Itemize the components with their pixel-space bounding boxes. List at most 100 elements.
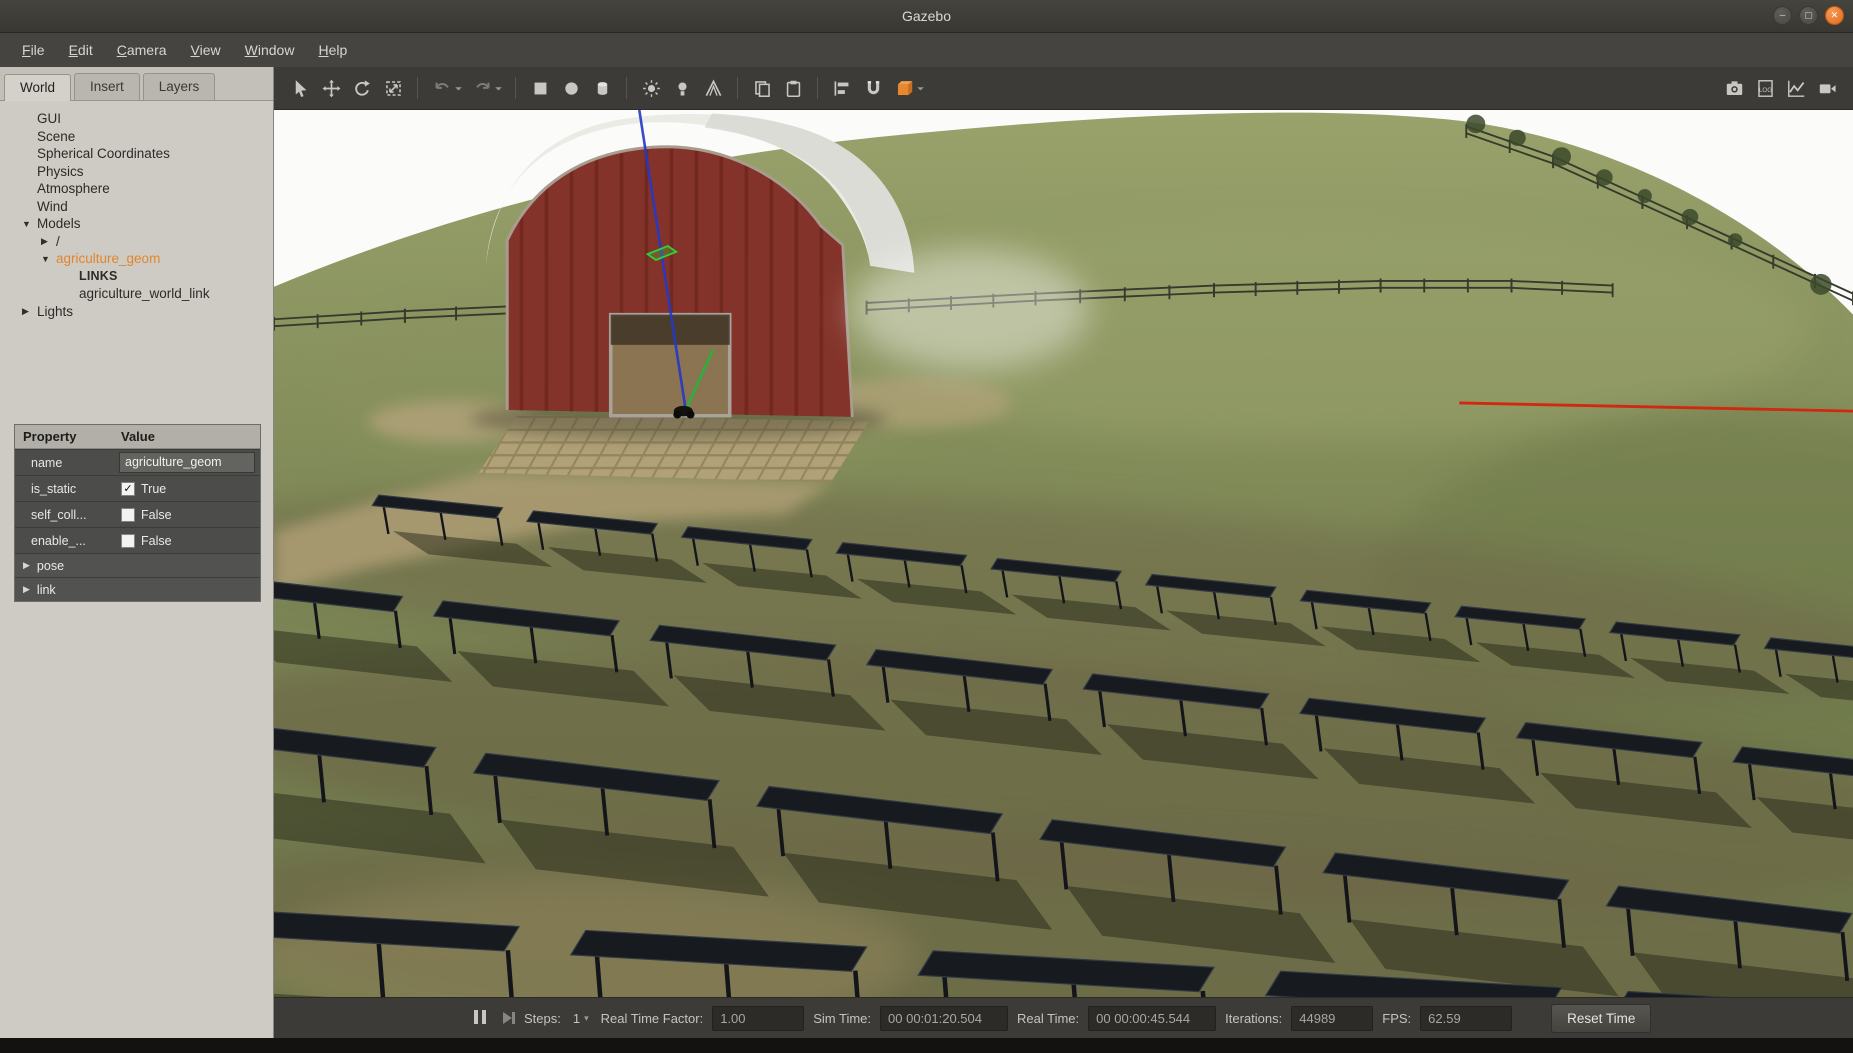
menu-view[interactable]: View bbox=[179, 37, 233, 63]
tab-layers[interactable]: Layers bbox=[143, 73, 216, 100]
property-column-header: Property bbox=[15, 429, 117, 444]
dropdown-caret-icon[interactable] bbox=[914, 74, 927, 102]
window-controls bbox=[1773, 6, 1844, 25]
checkbox-self-coll[interactable] bbox=[121, 508, 135, 522]
status-bar: Steps: 1 ▾ Real Time Factor: 1.00 Sim Ti… bbox=[274, 997, 1853, 1038]
tab-insert[interactable]: Insert bbox=[74, 73, 140, 100]
checkbox-label: False bbox=[141, 508, 172, 522]
rtf-field[interactable]: 1.00 bbox=[712, 1006, 804, 1031]
checkbox-is-static[interactable]: ✓ bbox=[121, 482, 135, 496]
world-tree: GUISceneSpherical CoordinatesPhysicsAtmo… bbox=[0, 101, 273, 420]
rotate-icon[interactable] bbox=[348, 74, 376, 102]
copy-icon[interactable] bbox=[748, 74, 776, 102]
snap-icon[interactable] bbox=[859, 74, 887, 102]
sim-time-field[interactable]: 00 00:01:20.504 bbox=[880, 1006, 1008, 1031]
checkbox-enable[interactable] bbox=[121, 534, 135, 548]
close-icon[interactable] bbox=[1825, 6, 1844, 25]
scene-canvas[interactable] bbox=[274, 110, 1853, 997]
toolbar-separator bbox=[626, 77, 627, 99]
svg-text:LOG: LOG bbox=[1758, 86, 1771, 93]
pointlight-icon[interactable] bbox=[668, 74, 696, 102]
tree-item-root[interactable]: ▶/ bbox=[0, 233, 273, 251]
sun-icon[interactable] bbox=[637, 74, 665, 102]
box-icon[interactable] bbox=[526, 74, 554, 102]
property-row-self-coll: self_coll...False bbox=[15, 501, 260, 527]
reset-time-button[interactable]: Reset Time bbox=[1551, 1004, 1651, 1033]
bottom-window-strip bbox=[0, 1038, 1853, 1053]
undo-icon[interactable] bbox=[428, 74, 456, 102]
step-button[interactable] bbox=[500, 1012, 515, 1024]
barn-door-interior bbox=[611, 315, 730, 345]
property-table-header: Property Value bbox=[15, 425, 260, 449]
real-time-label: Real Time: bbox=[1017, 1011, 1079, 1026]
screenshot-icon[interactable] bbox=[1720, 74, 1748, 102]
fps-field[interactable]: 62.59 bbox=[1420, 1006, 1512, 1031]
toolbar-separator bbox=[817, 77, 818, 99]
menu-camera[interactable]: Camera bbox=[105, 37, 179, 63]
plot-icon[interactable] bbox=[1782, 74, 1810, 102]
tree-item-links[interactable]: LINKS bbox=[0, 268, 273, 286]
translate-icon[interactable] bbox=[317, 74, 345, 102]
align-icon[interactable] bbox=[828, 74, 856, 102]
tree-item-physics[interactable]: Physics bbox=[0, 163, 273, 181]
expand-arrow-icon[interactable]: ▶ bbox=[23, 560, 30, 571]
expand-arrow-icon[interactable]: ▶ bbox=[23, 584, 30, 595]
panel-tabs: WorldInsertLayers bbox=[0, 67, 273, 101]
cylinder-icon[interactable] bbox=[588, 74, 616, 102]
tree-item-spherical-coordinates[interactable]: Spherical Coordinates bbox=[0, 145, 273, 163]
gazebo-window: Gazebo FileEditCameraViewWindowHelp Worl… bbox=[0, 0, 1853, 1053]
pause-button[interactable] bbox=[469, 1010, 491, 1027]
maximize-icon[interactable] bbox=[1799, 6, 1818, 25]
checkbox-label: True bbox=[141, 482, 166, 496]
title-bar[interactable]: Gazebo bbox=[0, 0, 1853, 33]
tree-item-lights[interactable]: ▶Lights bbox=[0, 303, 273, 321]
step-forward-icon bbox=[503, 1012, 512, 1024]
toolbar-right-group: LOG bbox=[1720, 74, 1841, 102]
collapse-arrow-icon[interactable]: ▼ bbox=[22, 219, 37, 229]
3d-viewport[interactable] bbox=[274, 110, 1853, 997]
toolbar-separator bbox=[417, 77, 418, 99]
sim-time-label: Sim Time: bbox=[813, 1011, 871, 1026]
paste-icon[interactable] bbox=[779, 74, 807, 102]
log-icon[interactable]: LOG bbox=[1751, 74, 1779, 102]
tree-item-agriculture-world-link[interactable]: agriculture_world_link bbox=[0, 285, 273, 303]
left-panel: WorldInsertLayers GUISceneSpherical Coor… bbox=[0, 67, 274, 1038]
menu-edit[interactable]: Edit bbox=[57, 37, 105, 63]
tree-item-gui[interactable]: GUI bbox=[0, 110, 273, 128]
scale-icon[interactable] bbox=[379, 74, 407, 102]
menu-window[interactable]: Window bbox=[233, 37, 307, 63]
viewport-toolbar: LOG bbox=[274, 67, 1853, 110]
menu-help[interactable]: Help bbox=[306, 37, 359, 63]
menu-bar: FileEditCameraViewWindowHelp bbox=[0, 33, 1853, 67]
collapse-arrow-icon[interactable]: ▼ bbox=[41, 254, 56, 264]
tree-item-models[interactable]: ▼Models bbox=[0, 215, 273, 233]
tree-item-atmosphere[interactable]: Atmosphere bbox=[0, 180, 273, 198]
property-row-is-static: is_static✓True bbox=[15, 475, 260, 501]
sphere-icon[interactable] bbox=[557, 74, 585, 102]
redo-icon[interactable] bbox=[468, 74, 496, 102]
iterations-field[interactable]: 44989 bbox=[1291, 1006, 1373, 1031]
value-field-name[interactable]: agriculture_geom bbox=[119, 452, 255, 473]
property-table-body: nameagriculture_geomis_static✓Trueself_c… bbox=[15, 449, 260, 601]
expand-arrow-icon[interactable]: ▶ bbox=[22, 306, 37, 317]
real-time-field[interactable]: 00 00:00:45.544 bbox=[1088, 1006, 1216, 1031]
fps-label: FPS: bbox=[1382, 1011, 1411, 1026]
minimize-icon[interactable] bbox=[1773, 6, 1792, 25]
toolbar-left-group bbox=[286, 74, 927, 102]
expand-arrow-icon[interactable]: ▶ bbox=[41, 236, 56, 247]
tree-item-scene[interactable]: Scene bbox=[0, 128, 273, 146]
tree-item-agriculture-geom[interactable]: ▼agriculture_geom bbox=[0, 250, 273, 268]
video-icon[interactable] bbox=[1813, 74, 1841, 102]
tree-item-wind[interactable]: Wind bbox=[0, 198, 273, 216]
property-row-enable: enable_...False bbox=[15, 527, 260, 553]
spotlight-icon[interactable] bbox=[699, 74, 727, 102]
pause-icon bbox=[472, 1010, 488, 1027]
menu-file[interactable]: File bbox=[10, 37, 57, 63]
select-icon[interactable] bbox=[286, 74, 314, 102]
property-group-pose[interactable]: ▶pose bbox=[15, 553, 260, 577]
toolbar-separator bbox=[737, 77, 738, 99]
tab-world[interactable]: World bbox=[4, 74, 71, 101]
steps-dropdown[interactable]: 1 ▾ bbox=[570, 1009, 592, 1028]
haze bbox=[851, 250, 1089, 371]
property-group-link[interactable]: ▶link bbox=[15, 577, 260, 601]
